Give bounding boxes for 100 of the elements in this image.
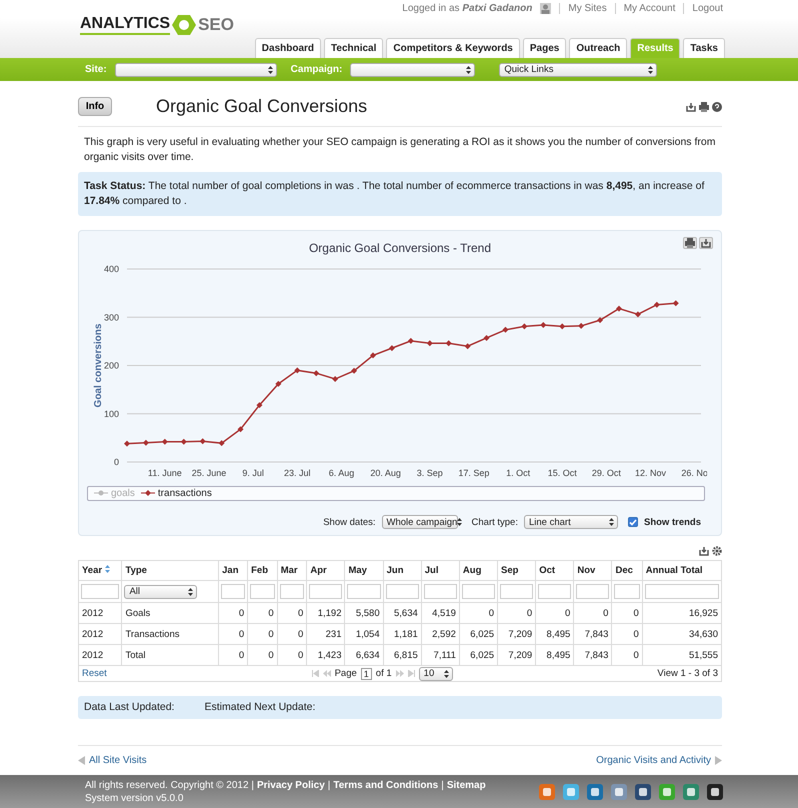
table-cell: 0 — [277, 624, 307, 645]
table-cell: 7,111 — [421, 644, 460, 666]
data-point — [351, 368, 358, 374]
trends-checkbox[interactable] — [628, 517, 638, 528]
up-down-caret-icon — [188, 588, 194, 596]
data-point — [370, 352, 376, 359]
nav-tab[interactable]: Tasks — [683, 38, 725, 58]
filter-field[interactable] — [500, 584, 534, 600]
filter-field[interactable] — [576, 584, 610, 600]
column-header[interactable]: Year — [78, 560, 122, 581]
column-header[interactable]: Sep — [498, 560, 536, 581]
column-header[interactable]: Feb — [248, 560, 278, 581]
next-page-link[interactable]: Organic Visits and Activity — [596, 755, 722, 766]
table-cell: 0 — [218, 624, 248, 645]
legend-item[interactable]: transactions — [140, 488, 212, 499]
settings-icon[interactable] — [712, 546, 722, 556]
next-page-icon[interactable] — [396, 670, 404, 678]
description-text: This graph is very useful in evaluating whether your SEO campaign is generating a ROI as it shows you the number of conversions from organic visits over time. — [84, 135, 716, 166]
filter-field[interactable] — [538, 584, 572, 600]
info-button[interactable]: Info — [78, 97, 112, 116]
footer-link[interactable]: Sitemap — [446, 780, 486, 791]
column-header[interactable]: Annual Total — [642, 560, 722, 581]
column-header[interactable]: Jan — [218, 560, 248, 581]
filter-field[interactable] — [614, 584, 640, 600]
chart-title: Organic Goal Conversions - Trend — [308, 240, 492, 256]
filter-field[interactable] — [280, 584, 304, 600]
chart-type-select[interactable]: Line chart — [524, 515, 618, 530]
column-header[interactable]: Oct — [536, 560, 574, 581]
table-cell: 6,025 — [459, 644, 498, 666]
first-page-icon[interactable] — [312, 670, 319, 678]
table-cell: 34,630 — [642, 624, 722, 645]
column-header[interactable]: Aug — [459, 560, 498, 581]
footer-link[interactable]: Privacy Policy — [256, 780, 325, 791]
x-tick-label: 11. June — [148, 468, 182, 478]
share-icon[interactable] — [635, 784, 651, 800]
column-header[interactable]: May — [344, 560, 384, 581]
filter-field[interactable] — [347, 584, 381, 600]
column-header[interactable]: Jun — [383, 560, 422, 581]
x-tick-label: 1. Oct — [506, 468, 530, 478]
up-down-caret-icon — [608, 518, 614, 526]
header-link[interactable]: My Account — [614, 3, 676, 14]
table-cell: 7,843 — [574, 644, 612, 666]
column-header[interactable]: Mar — [277, 560, 307, 581]
filter-field[interactable] — [386, 584, 419, 600]
task-status-text: Task Status: The total number of goal completions in was . The total number of ecommerce transactions in was 8,495, an increase of 17.84% compared to . — [84, 179, 706, 210]
filter-field[interactable] — [462, 584, 496, 600]
nav-tab[interactable]: Competitors & Keywords — [386, 38, 520, 58]
download-icon[interactable] — [686, 102, 696, 112]
campaign-select[interactable] — [350, 62, 476, 77]
header-link[interactable]: Logout — [683, 3, 723, 14]
filter-field[interactable] — [81, 584, 120, 600]
nav-tab[interactable]: Dashboard — [254, 38, 322, 58]
table-cell: Goals — [122, 602, 219, 624]
table-cell: 2,592 — [421, 624, 460, 645]
table-cell: 0 — [218, 644, 248, 666]
nav-tab[interactable]: Outreach — [569, 38, 628, 58]
table-cell: 16,925 — [642, 602, 722, 624]
printer-icon[interactable] — [699, 102, 709, 112]
y-tick-label: 400 — [104, 264, 119, 274]
nav-tab[interactable]: Pages — [522, 38, 566, 58]
page-field[interactable]: 1 — [360, 668, 372, 680]
column-header[interactable]: Jul — [421, 560, 460, 581]
table-cell: 6,815 — [383, 644, 422, 666]
help-icon[interactable] — [712, 102, 722, 112]
reset-link[interactable]: Reset — [82, 668, 107, 680]
page-size-select[interactable]: 10 — [418, 666, 453, 681]
last-page-icon[interactable] — [408, 670, 415, 678]
x-tick-label: 17. Sep — [458, 468, 490, 478]
previous-page-link[interactable]: All Site Visits — [78, 755, 147, 766]
data-point — [180, 439, 187, 446]
page-count: of 1 — [376, 668, 392, 680]
footer-link[interactable]: Terms and Conditions — [333, 780, 438, 791]
up-down-caret-icon — [466, 66, 472, 74]
type-filter-select[interactable]: All — [124, 584, 198, 599]
quick-links-select[interactable]: Quick Links — [499, 62, 658, 77]
table-cell: 1,423 — [306, 644, 345, 666]
table-cell: 5,634 — [383, 602, 422, 624]
download-icon[interactable] — [699, 546, 709, 556]
data-point — [502, 327, 508, 334]
nav-tab[interactable]: Technical — [324, 38, 384, 58]
table-cell: 6,634 — [344, 644, 384, 666]
share-icon[interactable] — [707, 784, 723, 800]
filter-field[interactable] — [644, 584, 719, 600]
x-tick-label: 20. Aug — [370, 468, 401, 478]
x-tick-label: 3. Sep — [416, 468, 443, 478]
previous-page-icon[interactable] — [322, 670, 331, 678]
filter-field[interactable] — [221, 584, 246, 600]
table-cell: Transactions — [122, 624, 219, 645]
column-header[interactable]: Apr — [306, 560, 345, 581]
data-point — [634, 312, 641, 318]
campaign-label: Campaign: — [290, 64, 342, 76]
column-header[interactable]: Type — [122, 560, 219, 581]
column-header[interactable]: Nov — [574, 560, 612, 581]
show-dates-label: Show dates: — [323, 516, 376, 528]
filter-field[interactable] — [309, 584, 342, 600]
header-link[interactable]: My Sites — [559, 3, 607, 14]
site-select[interactable] — [114, 62, 277, 77]
filter-field[interactable] — [250, 584, 275, 600]
filter-field[interactable] — [424, 584, 457, 600]
column-header[interactable]: Dec — [612, 560, 642, 581]
